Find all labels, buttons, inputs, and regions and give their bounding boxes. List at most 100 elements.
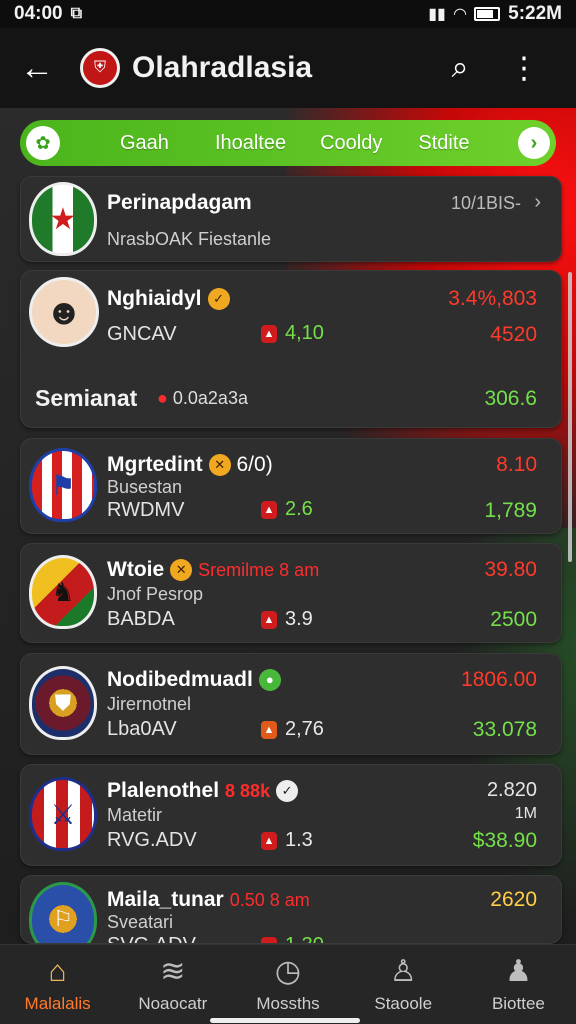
bottom-value: $38.90	[472, 829, 537, 852]
team-card[interactable]: ⚔ Plalenothel 8 88k ✓ Matetir RVG.ADV ▲ 1.3…	[20, 764, 562, 866]
top-value: 2.820	[486, 779, 537, 801]
section-note: ● 0.0a2a3a	[157, 388, 248, 408]
team-code: RWDMV	[107, 499, 185, 521]
team-card[interactable]: ☻ Nghiaidyl ✓ GNCAV ▲ 4,10 3.4%,803 4520 S…	[20, 270, 562, 428]
red-chip-icon: ▲	[261, 610, 277, 629]
filter-tabs: ✿ Gaah Ihoaltee Cooldy Stdite ›	[20, 120, 556, 166]
red-chip-icon: ▲	[261, 831, 277, 850]
search-icon[interactable]: ⌕	[428, 51, 492, 85]
verified-badge-icon: ✕	[208, 454, 231, 477]
more-vert-icon[interactable]: ⋮	[492, 51, 556, 86]
tab-gaah[interactable]: Gaah	[120, 132, 169, 155]
odds-value[interactable]: ▲ 2.6	[261, 498, 313, 521]
top-value: 1806.00	[461, 668, 537, 691]
bottom-value: 1,789	[484, 499, 537, 522]
top-value: 3.4%,803	[448, 287, 537, 310]
bottom-value: 33.078	[472, 718, 537, 741]
status-clock-right: 5:22M	[508, 3, 562, 24]
team-card[interactable]: ★ Perinapdagam NrasbOAK Fiestanle 10/1BI…	[20, 176, 562, 262]
profile-icon: ♟	[504, 954, 532, 988]
status-time: 04:00	[14, 3, 63, 24]
team-card[interactable]: ⚐ Maila_tunar0.50 8 am Sveatari SVG.ADV …	[20, 875, 562, 944]
top-value: 39.80	[484, 558, 537, 581]
page-title: Olahradlasia	[132, 51, 313, 84]
verified-badge-icon: ✓	[207, 288, 230, 311]
tab-stdite[interactable]: Stdite	[418, 132, 469, 155]
team-subtitle: Busestan	[107, 477, 183, 497]
team-name: Nghiaidyl ✓	[107, 287, 230, 311]
globe-icon: ●	[258, 669, 281, 692]
section-value: 306.6	[484, 387, 537, 410]
team-name: Wtoie ✕ Sremilme 8 am	[107, 558, 320, 582]
team-name: Maila_tunar 0.50 8 am	[107, 888, 310, 911]
shirt-icon: ♙	[389, 954, 417, 988]
team-card[interactable]: ⛊ Nodibedmuadl ● Jirernotnel Lba0AV ▲ 2,76…	[20, 653, 562, 755]
team-crest-icon: ♞	[29, 555, 97, 629]
nav-item-shirt[interactable]: ♙ Staoole	[346, 945, 461, 1024]
team-name: Perinapdagam	[107, 191, 252, 214]
signal-icon: ▮▮	[428, 6, 446, 23]
team-card[interactable]: ⚑ Mgrtedint ✕ 6/0) Busestan RWDMV ▲ 2.6 8.…	[20, 438, 562, 534]
verified-badge-icon: ✕	[170, 559, 193, 582]
team-crest-icon: ⚐	[29, 882, 97, 943]
team-subtitle: Jnof Pesrop	[107, 584, 204, 604]
top-value: 8.10	[496, 453, 537, 476]
team-card[interactable]: ♞ Wtoie ✕ Sremilme 8 am Jnof Pesrop BABDA …	[20, 543, 562, 643]
tab-ihoaltee[interactable]: Ihoaltee	[215, 132, 286, 155]
mid-value: 1M	[514, 805, 537, 822]
notification-icon: ⧉	[70, 5, 83, 22]
nav-item-layers[interactable]: ≋ Noaocatr	[115, 945, 230, 1024]
wifi-icon: ◠	[453, 6, 467, 23]
layers-icon: ≋	[160, 954, 186, 988]
info-badge-icon: ✓	[276, 780, 299, 803]
team-crest-icon: ⚔	[29, 777, 97, 851]
team-code: BABDA	[107, 608, 175, 630]
nav-item-clock[interactable]: ◷ Mossths	[230, 945, 345, 1024]
red-chip-icon: ▲	[261, 500, 277, 519]
status-bar: 04:00 ⧉ ▮▮ ◠ 5:22M	[0, 0, 576, 28]
team-subtitle: Matetir	[107, 805, 163, 825]
top-value: 2620	[490, 888, 537, 911]
team-crest-icon: ⛊	[29, 666, 97, 740]
bottom-navigation: ⌂ Malalalis ≋ Noaocatr ◷ Mossths ♙ Staoo…	[0, 944, 576, 1024]
scrollbar[interactable]	[568, 272, 572, 562]
nav-item-profile[interactable]: ♟ Biottee	[461, 945, 576, 1024]
odds-value[interactable]: ▲ 4,10	[261, 322, 324, 345]
back-arrow-icon[interactable]: ←	[20, 49, 60, 88]
odds-value[interactable]: ▲ 2,76	[261, 718, 324, 741]
nav-item-home[interactable]: ⌂ Malalalis	[0, 945, 115, 1024]
red-chip-icon: ▲	[261, 324, 277, 343]
mid-value: 4520	[490, 323, 537, 346]
bottom-value: 2500	[490, 608, 537, 631]
odds-value[interactable]: ▲ 1.3	[261, 829, 313, 852]
team-subtitle: Jirernotnel	[107, 694, 192, 714]
home-indicator[interactable]	[210, 1018, 360, 1023]
team-name: Nodibedmuadl ●	[107, 668, 281, 692]
team-name: Mgrtedint ✕ 6/0)	[107, 453, 273, 477]
team-crest-icon: ⚑	[29, 448, 97, 522]
battery-icon	[474, 7, 501, 21]
team-subtitle: NrasbOAK Fiestanle	[107, 229, 272, 249]
leaf-icon[interactable]: ✿	[26, 126, 60, 160]
player-avatar: ☻	[29, 277, 99, 347]
app-bar: ← ⛨ Olahradlasia ⌕ ⋮	[0, 28, 576, 108]
clock-icon: ◷	[274, 954, 302, 988]
odds-value[interactable]: ▲ 3.9	[261, 608, 313, 631]
section-label: Semianat	[35, 385, 138, 411]
odds-value[interactable]: ▲1.30	[261, 934, 324, 943]
team-crest-icon: ★	[29, 182, 97, 256]
team-code: RVG.ADV	[107, 829, 197, 851]
team-meta: 10/1BIS-	[450, 193, 521, 213]
team-code: GNCAV	[107, 323, 177, 345]
chevron-right-icon[interactable]: ›	[518, 127, 550, 159]
tab-cooldy[interactable]: Cooldy	[320, 132, 382, 155]
chevron-right-icon[interactable]: ›	[534, 191, 541, 214]
team-code: Lba0AV	[107, 718, 177, 740]
team-subtitle: Sveatari	[107, 912, 174, 932]
team-name: Plalenothel 8 88k ✓	[107, 779, 299, 803]
red-chip-icon: ▲	[261, 720, 277, 739]
home-icon: ⌂	[48, 954, 67, 988]
team-code: SVG.ADV	[107, 934, 196, 943]
club-logo-icon: ⛨	[80, 48, 120, 88]
red-chip-icon: ▲	[261, 936, 277, 943]
